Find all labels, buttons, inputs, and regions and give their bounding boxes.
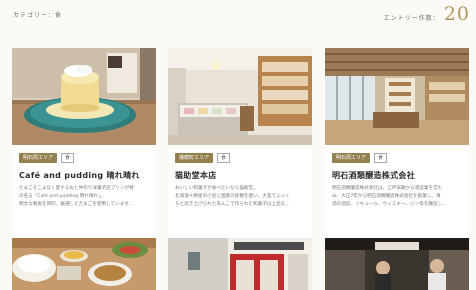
shop-card-3[interactable]: 明石周エリア 食 明石酒類醸造株式会社 明石酒類醸造株式会社は、江戸末期から酒造… — [325, 48, 469, 238]
card-description: たまごそこよなく愛するおと仲作り洋菓子店プリンが特 の名る「Café and p… — [19, 185, 153, 209]
category-tag[interactable]: 食 — [374, 153, 388, 163]
shop-card-1[interactable]: 明石周エリア 食 Café and pudding 晴れ晴れ たまごそこよなく愛… — [12, 48, 156, 238]
description-line: 北海道十勝産の小豆と国産の砂糖を使い、大釜でふっく — [175, 194, 290, 199]
card-description: 明石酒類醸造株式会社は、江戸末期から酒造業を営む み、大正7年から明石酒類醸造株… — [332, 185, 466, 209]
description-line: 明太な看板を目印、厳選したたまごを使用しています… — [19, 202, 134, 207]
card-title[interactable]: 明石酒類醸造株式会社 — [332, 170, 466, 181]
category-tag[interactable]: 食 — [61, 153, 75, 163]
brewery-interior-illustration — [325, 48, 469, 145]
header-bar: カテゴリー：食 エントリー作数： 20 — [0, 0, 476, 34]
shop-card-6-photo[interactable] — [325, 238, 469, 290]
description-line: 酒の酒造、リキュール、ウィスキー、ジン等を醸造し… — [332, 202, 447, 207]
entry-count-value: 20 — [443, 3, 470, 25]
description-line: たまごそこよなく愛するおと仲作り洋菓子店プリンが特 — [19, 186, 134, 191]
shop-card-5-photo[interactable] — [168, 238, 312, 290]
shop-card-2[interactable]: 播磨町エリア 食 猫助堂本店 おいしい和菓子が食べたいなら猫助堂。 北海道十勝産… — [168, 48, 312, 238]
description-line: の名る「Café and pudding 晴れ晴れ」。 — [19, 194, 105, 199]
category-tag[interactable]: 食 — [217, 153, 231, 163]
description-line: 明石酒類醸造株式会社は、江戸末期から酒造業を営む — [332, 186, 443, 191]
card-photo-pudding[interactable] — [12, 48, 156, 145]
shop-entrance-photo-illustration — [325, 238, 469, 290]
category-label: カテゴリー：食 — [13, 12, 63, 19]
wagashi-shop-illustration — [168, 48, 312, 145]
entry-count-label: エントリー作数： — [383, 15, 440, 22]
card-title[interactable]: Café and pudding 晴れ晴れ — [19, 170, 153, 181]
card-photo-brewery[interactable] — [325, 48, 469, 145]
area-tag[interactable]: 明石周エリア — [19, 153, 58, 163]
description-line: み、大正7年から明石酒類醸造株式会社を創業し、清 — [332, 194, 441, 199]
description-line: らと炊き上げられたあんこで作られた和菓子は上品な… — [175, 202, 290, 207]
card-photo-wagashi-shop[interactable] — [168, 48, 312, 145]
card-title[interactable]: 猫助堂本店 — [175, 170, 309, 181]
pudding-photo-illustration — [12, 48, 156, 145]
storefront-photo-illustration — [168, 238, 312, 290]
card-description: おいしい和菓子が食べたいなら猫助堂。 北海道十勝産の小豆と国産の砂糖を使い、大釜… — [175, 185, 309, 209]
description-line: おいしい和菓子が食べたいなら猫助堂。 — [175, 186, 258, 191]
entry-count-wrap: エントリー作数： 20 — [384, 3, 470, 25]
meal-photo-illustration — [12, 238, 156, 290]
area-tag[interactable]: 明石周エリア — [332, 153, 371, 163]
shop-card-4-photo[interactable] — [12, 238, 156, 290]
area-tag[interactable]: 播磨町エリア — [175, 153, 214, 163]
